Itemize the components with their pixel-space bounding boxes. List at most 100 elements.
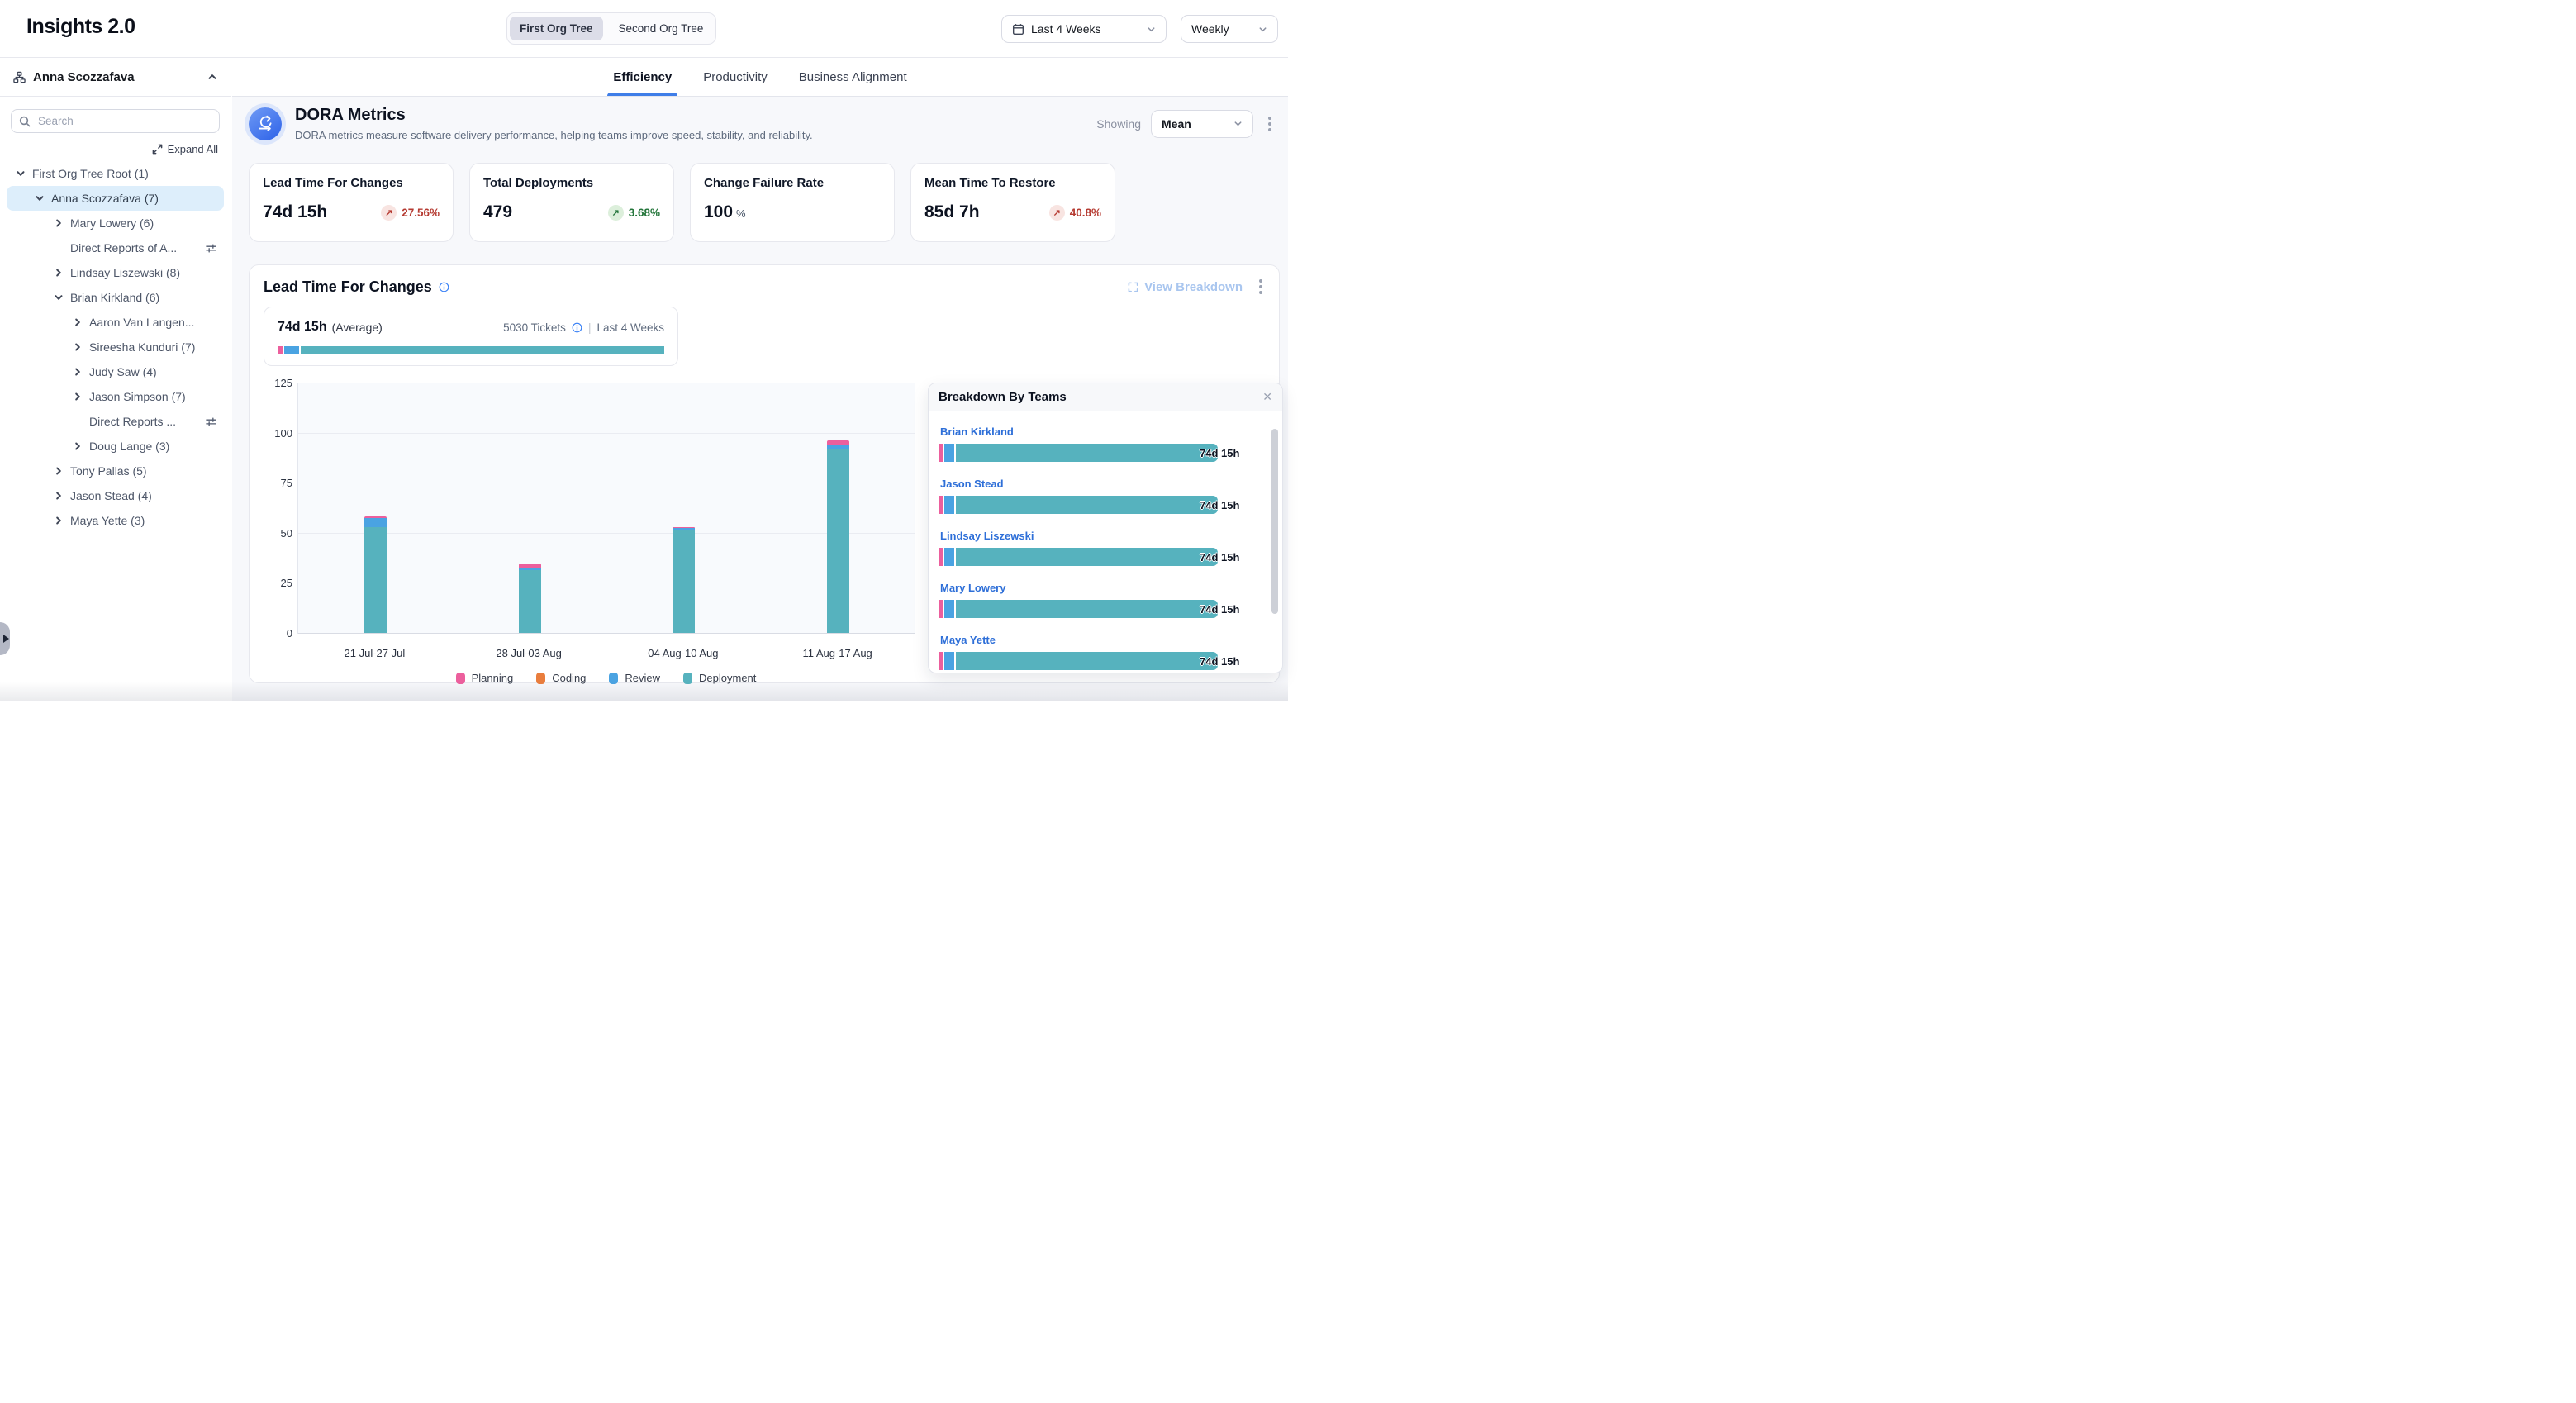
tree-item[interactable]: Jason Simpson (7) bbox=[7, 384, 224, 409]
toggle-second-org-tree[interactable]: Second Org Tree bbox=[609, 17, 714, 40]
tree-item[interactable]: Mary Lowery (6) bbox=[7, 211, 224, 235]
expand-all-button[interactable]: Expand All bbox=[0, 143, 218, 155]
breakdown-row: Brian Kirkland 74d 15h bbox=[939, 425, 1272, 462]
tree-item-label: Sireesha Kunduri (7) bbox=[89, 340, 195, 354]
kebab-menu[interactable] bbox=[1263, 113, 1276, 135]
date-range-select[interactable]: Last 4 Weeks bbox=[1001, 15, 1167, 43]
chevron-right-icon[interactable] bbox=[72, 342, 83, 352]
org-tree: First Org Tree Root (1)Anna Scozzafava (… bbox=[0, 161, 231, 533]
breakdown-row: Lindsay Liszewski 74d 15h bbox=[939, 529, 1272, 566]
date-range-value: Last 4 Weeks bbox=[1031, 22, 1140, 36]
tree-item[interactable]: Maya Yette (3) bbox=[7, 508, 224, 533]
summary-stacked-bar bbox=[278, 346, 664, 354]
stacked-bar bbox=[673, 527, 695, 633]
breakdown-team-link[interactable]: Maya Yette bbox=[940, 634, 996, 646]
tree-item-label: Direct Reports of A... bbox=[70, 241, 177, 254]
expand-all-label: Expand All bbox=[168, 143, 218, 155]
trend-up-icon: ↗ bbox=[1049, 205, 1065, 221]
metric-delta: ↗3.68% bbox=[608, 205, 660, 221]
tree-item[interactable]: Anna Scozzafava (7) bbox=[7, 186, 224, 211]
breakdown-stacked-bar bbox=[939, 444, 1218, 462]
close-icon[interactable]: ✕ bbox=[1262, 390, 1272, 404]
view-breakdown-label: View Breakdown bbox=[1144, 280, 1243, 294]
tab-bar: Efficiency Productivity Business Alignment bbox=[232, 58, 1288, 97]
review-segment bbox=[364, 518, 387, 527]
breakdown-team-link[interactable]: Mary Lowery bbox=[940, 582, 1005, 594]
chevron-right-icon[interactable] bbox=[72, 317, 83, 327]
chevron-right-icon[interactable] bbox=[53, 268, 64, 278]
breakdown-stacked-bar bbox=[939, 496, 1218, 514]
tree-item[interactable]: Judy Saw (4) bbox=[7, 359, 224, 384]
search-input[interactable] bbox=[36, 114, 211, 128]
x-axis-label: 04 Aug-10 Aug bbox=[648, 647, 718, 659]
metric-card: Total Deployments479↗3.68% bbox=[469, 163, 674, 242]
tree-item[interactable]: Aaron Van Langen... bbox=[7, 310, 224, 335]
metric-card-value-wrap: 85d 7h bbox=[924, 202, 980, 222]
main-content: Efficiency Productivity Business Alignment… bbox=[232, 58, 1288, 702]
x-axis: 21 Jul-27 Jul28 Jul-03 Aug04 Aug-10 Aug1… bbox=[297, 647, 915, 662]
chevron-right-icon[interactable] bbox=[53, 218, 64, 228]
tree-item[interactable]: Lindsay Liszewski (8) bbox=[7, 260, 224, 285]
tab-business-alignment[interactable]: Business Alignment bbox=[799, 58, 907, 96]
chevron-up-icon[interactable] bbox=[207, 72, 217, 82]
breakdown-row: Mary Lowery74d 15h bbox=[939, 581, 1272, 618]
chevron-right-icon[interactable] bbox=[72, 392, 83, 402]
chevron-down-icon[interactable] bbox=[53, 292, 64, 302]
showing-select[interactable]: Mean bbox=[1151, 110, 1253, 138]
tab-productivity[interactable]: Productivity bbox=[703, 58, 768, 96]
tree-item[interactable]: Brian Kirkland (6) bbox=[7, 285, 224, 310]
legend-item: Coding bbox=[536, 672, 586, 684]
chevron-right-icon[interactable] bbox=[53, 491, 64, 501]
legend-item: Deployment bbox=[683, 672, 756, 684]
granularity-select[interactable]: Weekly bbox=[1181, 15, 1278, 43]
tree-item[interactable]: Direct Reports ... bbox=[7, 409, 224, 434]
legend-label: Review bbox=[625, 672, 660, 684]
sidebar-header[interactable]: Anna Scozzafava bbox=[0, 58, 231, 97]
chevron-right-icon[interactable] bbox=[53, 466, 64, 476]
tree-item[interactable]: Sireesha Kunduri (7) bbox=[7, 335, 224, 359]
calendar-icon bbox=[1012, 23, 1024, 36]
tree-item[interactable]: Direct Reports of A... bbox=[7, 235, 224, 260]
showing-label: Showing bbox=[1096, 117, 1141, 131]
breakdown-body: Brian Kirkland74d 15hJason Stead74d 15hL… bbox=[929, 411, 1282, 670]
x-axis-label: 28 Jul-03 Aug bbox=[496, 647, 562, 659]
breakdown-team-link[interactable]: Jason Stead bbox=[940, 478, 1004, 490]
metric-delta-value: 27.56% bbox=[402, 207, 440, 219]
chevron-down-icon[interactable] bbox=[34, 193, 45, 203]
view-breakdown-button[interactable]: View Breakdown bbox=[1128, 280, 1243, 294]
tree-item[interactable]: Tony Pallas (5) bbox=[7, 459, 224, 483]
chevron-right-icon[interactable] bbox=[53, 516, 64, 526]
breakdown-value: 74d 15h bbox=[1200, 551, 1239, 564]
app-title: Insights 2.0 bbox=[26, 15, 135, 39]
tree-item-label: Mary Lowery (6) bbox=[70, 216, 154, 230]
average-summary-box: 74d 15h (Average) 5030 Tickets | Last 4 … bbox=[264, 307, 678, 366]
stacked-bar bbox=[519, 564, 541, 633]
toggle-first-org-tree[interactable]: First Org Tree bbox=[510, 17, 603, 40]
info-icon[interactable] bbox=[572, 322, 582, 333]
breakdown-stacked-bar bbox=[939, 548, 1218, 566]
review-segment bbox=[944, 444, 954, 462]
sidebar-collapse-handle[interactable] bbox=[0, 622, 10, 655]
metric-card-value-row: 74d 15h↗27.56% bbox=[263, 202, 440, 222]
breakdown-team-link[interactable]: Lindsay Liszewski bbox=[940, 530, 1034, 542]
deployment-segment bbox=[364, 527, 387, 633]
breakdown-team-link[interactable]: Brian Kirkland bbox=[940, 426, 1014, 438]
breakdown-row: Jason Stead74d 15h bbox=[939, 477, 1272, 514]
dora-description: DORA metrics measure software delivery p… bbox=[295, 129, 813, 141]
showing-value: Mean bbox=[1162, 117, 1227, 131]
filter-icon[interactable] bbox=[205, 416, 217, 428]
tree-item-label: Brian Kirkland (6) bbox=[70, 291, 159, 304]
chevron-right-icon[interactable] bbox=[72, 367, 83, 377]
tree-item[interactable]: Doug Lange (3) bbox=[7, 434, 224, 459]
filter-icon[interactable] bbox=[205, 242, 217, 254]
info-icon[interactable] bbox=[439, 282, 449, 292]
tab-efficiency[interactable]: Efficiency bbox=[613, 58, 672, 96]
kebab-menu[interactable] bbox=[1254, 276, 1267, 297]
tree-item[interactable]: First Org Tree Root (1) bbox=[7, 161, 224, 186]
scrollbar-thumb[interactable] bbox=[1271, 429, 1278, 614]
chevron-down-icon[interactable] bbox=[15, 169, 26, 178]
tree-item[interactable]: Jason Stead (4) bbox=[7, 483, 224, 508]
breakdown-bar-line: 74d 15h bbox=[939, 444, 1272, 462]
chevron-right-icon[interactable] bbox=[72, 441, 83, 451]
stacked-bar bbox=[364, 516, 387, 633]
